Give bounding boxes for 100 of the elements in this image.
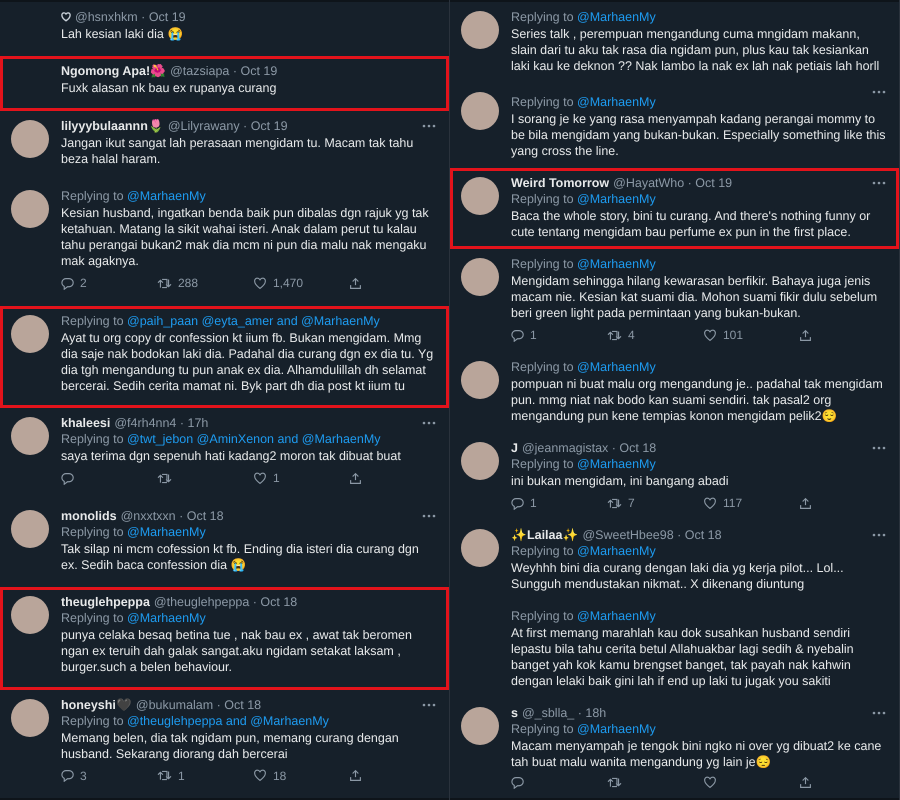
replying-label: Replying to: [61, 189, 125, 204]
mention-link[interactable]: @MarhaenMy: [577, 544, 656, 558]
avatar[interactable]: [461, 92, 499, 130]
avatar[interactable]: [461, 707, 499, 745]
mention-link[interactable]: @MarhaenMy: [577, 10, 656, 24]
replying-label: Replying to: [61, 314, 125, 328]
handle-and-time: @_sblla_ · 18h: [522, 705, 606, 721]
retweet-button[interactable]: 4: [607, 327, 635, 343]
retweet-button[interactable]: 288: [157, 275, 198, 292]
retweet-icon: [157, 769, 172, 782]
user-name[interactable]: ✨Lailaa✨: [511, 527, 578, 543]
mention-link[interactable]: @MarhaenMy: [127, 611, 206, 626]
mention-link[interactable]: @MarhaenMy: [127, 524, 206, 539]
share-button[interactable]: [349, 470, 362, 486]
reply-button[interactable]: 2: [61, 275, 87, 292]
user-name[interactable]: Ngomong Apa!🌺: [61, 63, 166, 80]
avatar[interactable]: [461, 11, 499, 49]
tweet-text: I sorang je ke yang rasa menyampah kadang perangai mommy to be bila mengidam yang bukan-bukan. Especially something like this yang cross the line.: [511, 111, 886, 159]
avatar[interactable]: [11, 510, 49, 548]
mention-link[interactable]: @MarhaenMy: [577, 609, 656, 623]
reply-button[interactable]: [61, 470, 74, 486]
retweet-button[interactable]: 7: [607, 495, 635, 511]
avatar[interactable]: [11, 698, 49, 736]
share-icon: [349, 472, 362, 485]
retweet-icon: [607, 496, 622, 510]
more-icon[interactable]: [872, 533, 886, 537]
like-button[interactable]: 1,470: [253, 275, 304, 292]
mention-link[interactable]: @MarhaenMy: [127, 189, 206, 204]
mention-link[interactable]: @MarhaenMy: [577, 192, 656, 206]
avatar[interactable]: [11, 190, 49, 228]
more-icon[interactable]: [872, 446, 886, 450]
share-button[interactable]: [799, 327, 812, 343]
more-icon[interactable]: [422, 702, 436, 706]
mention-link[interactable]: @paih_paan @eyta_amer and @MarhaenMy: [127, 314, 380, 328]
user-name[interactable]: theuglehpeppa: [61, 594, 150, 610]
retweet-button[interactable]: [607, 776, 622, 789]
mention-link[interactable]: @twt_jebon @AminXenon and @MarhaenMy: [127, 432, 380, 446]
replying-label: Replying to: [61, 611, 125, 626]
heart-icon: [253, 769, 267, 782]
share-button[interactable]: [349, 768, 362, 784]
heart-icon: [703, 776, 717, 789]
replying-label: Replying to: [61, 432, 125, 446]
avatar[interactable]: [461, 177, 499, 215]
handle-and-time: @hsnxhkm · Oct 19: [75, 9, 186, 25]
mention-link[interactable]: @MarhaenMy: [577, 360, 656, 374]
like-button[interactable]: 101: [703, 327, 744, 343]
reply-button[interactable]: [511, 776, 524, 789]
share-button[interactable]: [799, 776, 812, 789]
more-icon[interactable]: [422, 514, 436, 518]
avatar[interactable]: [461, 442, 499, 480]
replying-label: Replying to: [511, 544, 575, 558]
handle-and-time: @theuglehpeppa · Oct 18: [154, 594, 298, 610]
user-name[interactable]: Weird Tomorrow: [511, 175, 610, 191]
avatar[interactable]: [461, 258, 499, 296]
user-name[interactable]: s: [511, 705, 518, 721]
mention-link[interactable]: @MarhaenMy: [577, 457, 656, 471]
tweet-text: ini bukan mengidam, ini bangang abadi: [511, 473, 730, 489]
handle-and-time: @Lilyrawany · Oct 19: [168, 118, 288, 134]
more-icon[interactable]: [422, 124, 436, 128]
share-button[interactable]: [799, 495, 812, 511]
user-name[interactable]: honeyshi🖤: [61, 696, 132, 712]
more-icon[interactable]: [872, 90, 886, 94]
retweet-icon: [607, 776, 622, 789]
reply-button[interactable]: 1: [511, 495, 537, 511]
like-button[interactable]: [703, 776, 717, 789]
tweet-text: At first memang marahlah kau dok susahkan husband sendiri lepastu bila tahu cerita betul Allahuakbar lagi sedih & nyebalin banget yah kok kamu brengset banget, tak payah nak kahwin dengan lelaki baik gini lah if end up laki tu jugak you sakiti: [511, 625, 855, 689]
share-icon: [349, 276, 362, 290]
avatar[interactable]: [11, 120, 49, 158]
avatar[interactable]: [461, 361, 499, 399]
mention-link[interactable]: @MarhaenMy: [577, 95, 656, 109]
reply-icon: [61, 276, 74, 290]
heart-icon: [703, 496, 717, 510]
more-icon[interactable]: [872, 181, 886, 185]
user-name[interactable]: J: [511, 440, 518, 456]
more-icon[interactable]: [872, 711, 886, 715]
heart-icon: [253, 276, 267, 290]
tweet-text: Lah kesian laki dia 😭: [61, 26, 184, 42]
tweet-text: Baca the whole story, bini tu curang. And there's nothing funny or cute tentang mengidam bau perfume ex pun in the first place.: [511, 208, 872, 240]
avatar[interactable]: [11, 596, 49, 634]
reply-button[interactable]: 3: [61, 768, 87, 784]
mention-link[interactable]: @MarhaenMy: [577, 722, 656, 736]
mention-link[interactable]: @MarhaenMy: [577, 257, 656, 271]
like-button[interactable]: 117: [703, 495, 742, 511]
avatar[interactable]: [11, 314, 49, 353]
like-button[interactable]: 1: [253, 470, 280, 486]
user-name[interactable]: lilyyybulaannn🌷: [61, 118, 164, 134]
user-name[interactable]: monolids: [61, 508, 117, 524]
more-icon[interactable]: [422, 421, 436, 426]
tweet-text: pompuan ni buat malu org mengandung je.. padahal tak mengidam pun. mmg niat nak bodo kan suami sendiri. tak pasal2 org mengandung pun kene tempias konon mengidam pelik2😌: [511, 376, 884, 424]
handle-and-time: @HayatWho · Oct 19: [613, 175, 732, 191]
retweet-button[interactable]: 1: [157, 768, 185, 784]
user-name[interactable]: khaleesi: [61, 415, 110, 432]
reply-button[interactable]: 1: [511, 327, 537, 343]
replying-label: Replying to: [511, 192, 575, 206]
share-button[interactable]: [349, 275, 362, 292]
avatar[interactable]: [461, 529, 499, 567]
tweet-text: Series talk , perempuan mengandung cuma mngidam makann, slain dari tu aku tak rasa dia ngidam pun, plus kau tak kesiankan laki kau ke deknon ?? Nak lambo la nak ex lah nak petiais lah horll: [511, 26, 880, 74]
avatar[interactable]: [11, 417, 49, 456]
like-button[interactable]: 18: [253, 768, 286, 784]
mention-link[interactable]: @theuglehpeppa and @MarhaenMy: [127, 714, 329, 728]
